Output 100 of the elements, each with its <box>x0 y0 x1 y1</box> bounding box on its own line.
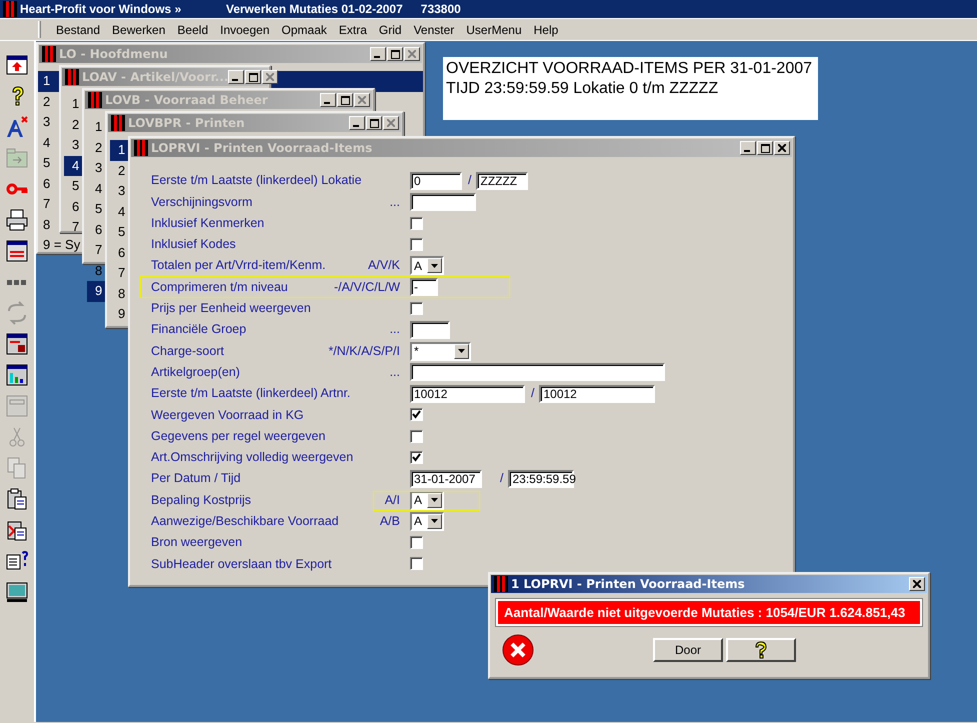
dropdown-arrow-button[interactable] <box>427 492 442 508</box>
dropdown[interactable]: A <box>410 490 444 510</box>
menu-item[interactable]: 4 <box>110 202 126 222</box>
maximize-button[interactable] <box>245 70 262 84</box>
menu-item[interactable]: 4 <box>64 156 84 176</box>
checkbox[interactable] <box>410 216 423 230</box>
input-field[interactable] <box>410 363 665 382</box>
close-button[interactable] <box>909 577 925 591</box>
bar-chart-icon[interactable] <box>5 363 29 387</box>
close-button[interactable] <box>774 141 790 155</box>
checkbox[interactable] <box>410 536 423 550</box>
menu-item[interactable]: 5 <box>38 153 50 174</box>
menu-item[interactable]: 6 <box>110 242 126 263</box>
menu-item[interactable]: Beeld <box>171 20 214 40</box>
input-field[interactable] <box>410 320 450 339</box>
printer-icon[interactable] <box>5 208 29 232</box>
window-icon[interactable] <box>5 239 29 263</box>
input-field[interactable]: 10012 <box>410 384 525 403</box>
minimize-button[interactable] <box>370 47 386 61</box>
dropdown[interactable]: * <box>410 342 471 361</box>
menu-item[interactable]: 5 <box>87 199 102 220</box>
minimize-button[interactable] <box>320 93 336 107</box>
maximize-button[interactable] <box>387 47 403 61</box>
menu-item[interactable]: Opmaak <box>276 20 333 40</box>
menu-item[interactable]: 6 <box>38 174 50 194</box>
menu-item[interactable]: 2 <box>87 138 102 158</box>
checkbox[interactable] <box>410 557 423 570</box>
menu-item[interactable]: 7 <box>87 240 102 260</box>
menu-item[interactable]: 5 <box>110 222 126 242</box>
menu-item[interactable]: 6 <box>64 196 80 217</box>
dropdown[interactable]: A <box>410 256 444 276</box>
checkbox[interactable] <box>410 238 423 252</box>
input-field[interactable]: 10012 <box>539 384 656 403</box>
menu-item[interactable]: UserMenu <box>460 20 528 40</box>
menu-item[interactable]: 6 <box>87 220 102 240</box>
menu-item[interactable]: Extra <box>332 20 373 40</box>
menu-item[interactable]: Invoegen <box>214 20 276 40</box>
input-field[interactable]: 31-01-2007 <box>410 470 482 488</box>
menu-item[interactable]: Help <box>528 20 564 40</box>
menu-item[interactable]: 1 <box>64 94 80 114</box>
maximize-button[interactable] <box>366 116 382 130</box>
menu-item[interactable]: 8 <box>87 260 102 281</box>
menu-item[interactable]: 7 <box>110 263 126 284</box>
close-button[interactable] <box>404 47 420 61</box>
input-field[interactable]: ZZZZZ <box>476 172 528 190</box>
menu-item[interactable]: 4 <box>87 178 102 199</box>
window-lock-icon[interactable] <box>5 332 29 356</box>
field-label: Aanwezige/Beschikbare Voorraad <box>151 513 339 530</box>
dropdown-arrow-button[interactable] <box>427 514 442 529</box>
close-icon <box>913 580 921 588</box>
menu-item[interactable]: 9 = Sy <box>38 235 80 256</box>
field-label: Eerste t/m Laatste (linkerdeel) Artnr. <box>151 385 350 402</box>
menu-item[interactable]: Bewerken <box>106 20 172 40</box>
menu-item[interactable]: 2 <box>38 92 50 112</box>
menu-item[interactable]: 8 <box>38 214 50 235</box>
input-field[interactable]: 23:59:59.59 <box>508 470 574 488</box>
dropdown-arrow-button[interactable] <box>454 344 469 359</box>
menu-item[interactable]: 7 <box>64 217 80 238</box>
letter-a-cross-icon[interactable] <box>5 115 29 139</box>
menu-item[interactable]: 4 <box>38 132 50 153</box>
minimize-button[interactable] <box>349 116 365 130</box>
input-field[interactable]: - <box>410 278 438 296</box>
checkbox[interactable] <box>410 302 423 315</box>
help-button[interactable] <box>726 638 796 662</box>
checkbox[interactable] <box>410 430 423 443</box>
minimize-button[interactable] <box>228 70 244 84</box>
menu-item[interactable]: Bestand <box>50 20 106 40</box>
minimize-button[interactable] <box>740 141 756 155</box>
menu-item[interactable]: 3 <box>64 135 80 156</box>
menu-item[interactable]: 1 <box>110 140 130 160</box>
menu-item[interactable]: 8 <box>110 284 126 304</box>
close-button[interactable] <box>262 70 278 84</box>
window-title: Verwerken Mutaties 01-02-2007 <box>226 2 403 16</box>
paste-icon[interactable] <box>5 487 29 511</box>
monitor-icon[interactable] <box>5 580 29 604</box>
menu-item[interactable]: 9 <box>87 281 107 302</box>
maximize-button[interactable] <box>757 141 773 155</box>
menu-item[interactable]: 3 <box>87 158 102 178</box>
field-label: Art.Omschrijving volledig weergeven <box>151 449 354 466</box>
checkbox[interactable] <box>410 408 423 422</box>
menu-item[interactable]: 2 <box>64 114 80 135</box>
door-button[interactable]: Door <box>653 638 723 662</box>
dropdown[interactable]: A <box>410 512 444 531</box>
menu-item[interactable]: 1 <box>87 117 102 138</box>
close-button[interactable] <box>354 93 370 107</box>
maximize-button[interactable] <box>337 93 353 107</box>
menu-item[interactable]: 9 <box>110 304 126 324</box>
menu-item[interactable]: 3 <box>110 181 126 202</box>
menu-item[interactable]: Grid <box>372 20 408 40</box>
menu-item[interactable]: 2 <box>110 160 126 181</box>
menu-item[interactable]: Venster <box>408 20 460 40</box>
menu-item[interactable]: 3 <box>38 112 50 132</box>
close-button[interactable] <box>383 116 399 130</box>
dropdown-arrow-button[interactable] <box>427 258 442 274</box>
checkbox[interactable] <box>410 451 423 464</box>
input-field[interactable] <box>410 192 476 211</box>
menu-item[interactable]: 5 <box>64 176 80 196</box>
menu-item[interactable]: 7 <box>38 194 50 214</box>
input-field[interactable]: 0 <box>410 172 462 190</box>
app-logo-icon <box>134 140 148 156</box>
